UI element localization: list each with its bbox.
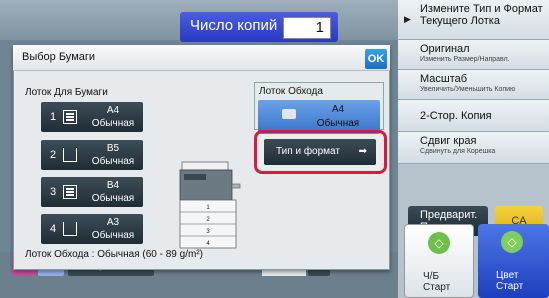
bypass-tray-button[interactable]: A4 Обычная: [258, 100, 380, 134]
play-arrow-icon: ▶: [404, 14, 411, 24]
bypass-hand-icon: [282, 109, 296, 119]
right-item-title: Оригинал: [420, 43, 470, 55]
printer-illustration: 1 2 3 4: [179, 161, 241, 249]
dialog-title: Выбор Бумаги: [22, 51, 96, 63]
tray-type: Обычная: [91, 230, 135, 241]
bw-start-label: Ч/Б Старт: [423, 271, 451, 293]
bypass-size: A4: [331, 104, 345, 115]
start-diamond-icon: ◇: [501, 231, 523, 253]
right-item-scale[interactable]: Масштаб Увеличить/Уменьшить Копию: [398, 70, 549, 100]
tray-size: A4: [106, 105, 120, 116]
tray-1-button[interactable]: 1 A4 Обычная: [41, 102, 143, 132]
right-item-original[interactable]: Оригинал Изменить Размер/Направл.: [398, 40, 549, 70]
bw-start-button[interactable]: ◇ Ч/Б Старт: [404, 224, 474, 298]
tray-size: B5: [106, 143, 120, 154]
right-item-subtitle: Увеличить/Уменьшить Копию: [420, 86, 516, 93]
right-item-duplex[interactable]: 2-Стор. Копия: [398, 100, 549, 132]
right-item-title: Измените Тип и Формат Текущего Лотка: [420, 3, 543, 27]
tray-lines-icon: [63, 185, 77, 199]
tray-number: 3: [50, 186, 57, 198]
tray-lines-icon: [63, 110, 77, 124]
right-item-title: 2-Стор. Копия: [420, 110, 492, 122]
tray-number: 2: [50, 149, 57, 161]
tray-size: B4: [106, 180, 120, 191]
tray-number: 1: [50, 111, 57, 123]
right-item-title: Сдвиг края: [420, 135, 477, 147]
right-item-margin-shift[interactable]: Сдвиг края Сдвинуть для Корешка: [398, 132, 549, 164]
bypass-footer-text: Лоток Обхода : Обычная (60 - 89 g/m²): [25, 249, 203, 260]
tray-type: Обычная: [91, 193, 135, 204]
tray-type: Обычная: [91, 118, 135, 129]
tray-number: 4: [50, 223, 57, 235]
type-format-label: Тип и формат: [276, 146, 340, 157]
start-diamond-icon: ◇: [428, 232, 450, 254]
right-item-change-tray[interactable]: ▶ Измените Тип и Формат Текущего Лотка: [398, 0, 549, 40]
tray-2-button[interactable]: 2 B5 Обычная: [41, 140, 143, 170]
ok-button[interactable]: OK: [365, 49, 387, 69]
right-item-subtitle: Сдвинуть для Корешка: [420, 148, 496, 155]
right-item-title: Масштаб: [420, 73, 468, 85]
tray-type: Обычная: [91, 156, 135, 167]
color-start-label: Цвет Старт: [496, 270, 524, 292]
tray-empty-icon: [63, 222, 77, 236]
trays-label: Лоток Для Бумаги: [25, 87, 108, 98]
tray-empty-icon: [63, 148, 77, 162]
tray-3-button[interactable]: 3 B4 Обычная: [41, 177, 143, 207]
color-start-button[interactable]: ◇ Цвет Старт: [478, 224, 549, 298]
tray-size: A3: [106, 217, 120, 228]
copies-label: Число копий: [190, 17, 278, 34]
arrow-right-icon: ➡: [358, 146, 367, 157]
copies-input[interactable]: 1: [283, 17, 331, 39]
tray-4-button[interactable]: 4 A3 Обычная: [41, 214, 143, 244]
type-format-button[interactable]: Тип и формат ➡: [264, 139, 376, 165]
right-item-subtitle: Изменить Размер/Направл.: [420, 56, 510, 63]
bypass-label: Лоток Обхода: [259, 86, 323, 97]
bypass-type: Обычная: [316, 118, 360, 129]
